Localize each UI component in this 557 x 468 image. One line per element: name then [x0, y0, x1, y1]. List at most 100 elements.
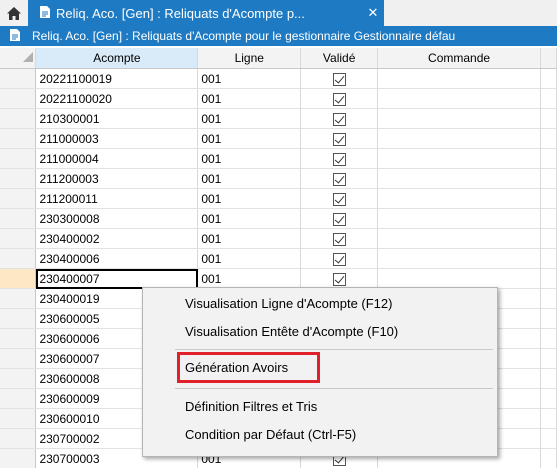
cell-ligne[interactable]: 001	[197, 228, 302, 249]
cell-acompte[interactable]: 230400002	[35, 228, 199, 249]
cell-commande[interactable]	[377, 148, 541, 169]
cell-commande[interactable]	[377, 88, 541, 109]
row-indicator[interactable]	[0, 88, 37, 109]
table-row[interactable]: 230400002 001	[0, 228, 557, 249]
cell-valide[interactable]	[300, 168, 379, 189]
row-indicator[interactable]	[0, 328, 37, 349]
cell-commande[interactable]	[377, 228, 541, 249]
column-header-valide[interactable]: Validé	[300, 48, 379, 69]
cell-commande[interactable]	[377, 188, 541, 209]
cell-acompte[interactable]: 230400007	[35, 268, 199, 289]
validated-checkbox[interactable]	[332, 132, 346, 146]
cell-valide[interactable]	[300, 88, 379, 109]
column-header-acompte[interactable]: Acompte	[35, 48, 199, 69]
cell-commande[interactable]	[377, 248, 541, 269]
cell-acompte[interactable]: 230400006	[35, 248, 199, 269]
validated-checkbox[interactable]	[332, 72, 346, 86]
menu-item-visualisation-entete[interactable]: Visualisation Entête d'Acompte (F10)	[185, 322, 398, 342]
validated-checkbox[interactable]	[332, 252, 346, 266]
menu-item-condition-defaut[interactable]: Condition par Défaut (Ctrl-F5)	[185, 425, 356, 445]
row-indicator[interactable]	[0, 268, 37, 289]
row-indicator[interactable]	[0, 428, 37, 449]
table-row[interactable]: 211000004 001	[0, 148, 557, 169]
row-indicator[interactable]	[0, 68, 37, 89]
table-row[interactable]: 230400006 001	[0, 248, 557, 269]
cell-valide[interactable]	[300, 148, 379, 169]
cell-acompte[interactable]: 20221100019	[35, 68, 199, 89]
row-indicator[interactable]	[0, 148, 37, 169]
row-indicator[interactable]	[0, 208, 37, 229]
cell-valide[interactable]	[300, 68, 379, 89]
cell-ligne[interactable]: 001	[197, 128, 302, 149]
tab-reliquats-acompte[interactable]: Reliq. Aco. [Gen] : Reliquats d'Acompte …	[28, 0, 384, 26]
validated-checkbox[interactable]	[332, 172, 346, 186]
cell-commande[interactable]	[377, 268, 541, 289]
cell-ligne[interactable]: 001	[197, 108, 302, 129]
validated-checkbox[interactable]	[332, 92, 346, 106]
cell-valide[interactable]	[300, 188, 379, 209]
cell-valide[interactable]	[300, 108, 379, 129]
table-row[interactable]: 210300001 001	[0, 108, 557, 129]
cell-valide[interactable]	[300, 228, 379, 249]
validated-checkbox[interactable]	[332, 212, 346, 226]
cell-valide[interactable]	[300, 268, 379, 289]
cell-ligne[interactable]: 001	[197, 88, 302, 109]
cell-commande[interactable]	[377, 128, 541, 149]
cell-valide[interactable]	[300, 128, 379, 149]
cell-commande[interactable]	[377, 168, 541, 189]
cell-ligne[interactable]: 001	[197, 68, 302, 89]
validated-checkbox[interactable]	[332, 112, 346, 126]
cell-commande[interactable]	[377, 108, 541, 129]
cell-acompte[interactable]: 20221100020	[35, 88, 199, 109]
close-tab-icon[interactable]: ✕	[362, 5, 384, 21]
row-indicator[interactable]	[0, 228, 37, 249]
cell-acompte[interactable]: 230300008	[35, 208, 199, 229]
validated-checkbox[interactable]	[332, 232, 346, 246]
cell-acompte[interactable]: 211000003	[35, 128, 199, 149]
table-row[interactable]: 211000003 001	[0, 128, 557, 149]
row-indicator[interactable]	[0, 128, 37, 149]
menu-item-visualisation-ligne[interactable]: Visualisation Ligne d'Acompte (F12)	[185, 294, 392, 314]
cell-acompte[interactable]: 211000004	[35, 148, 199, 169]
cell-ligne[interactable]: 001	[197, 248, 302, 269]
row-indicator[interactable]	[0, 348, 37, 369]
row-indicator-header[interactable]	[0, 48, 37, 69]
validated-checkbox[interactable]	[332, 272, 346, 286]
cell-ligne[interactable]: 001	[197, 148, 302, 169]
table-row[interactable]: 20221100019 001	[0, 68, 557, 89]
row-indicator[interactable]	[0, 368, 37, 389]
cell-ligne[interactable]: 001	[197, 188, 302, 209]
cell-ligne[interactable]: 001	[197, 268, 302, 289]
table-row[interactable]: 211200011 001	[0, 188, 557, 209]
row-indicator[interactable]	[0, 188, 37, 209]
cell-valide[interactable]	[300, 208, 379, 229]
column-header-commande[interactable]: Commande	[377, 48, 541, 69]
column-header-ligne[interactable]: Ligne	[197, 48, 302, 69]
table-row[interactable]: 211200003 001	[0, 168, 557, 189]
cell-acompte[interactable]: 211200003	[35, 168, 199, 189]
validated-checkbox[interactable]	[332, 152, 346, 166]
cell-extra	[540, 128, 557, 149]
cell-ligne[interactable]: 001	[197, 168, 302, 189]
row-indicator[interactable]	[0, 248, 37, 269]
cell-valide[interactable]	[300, 248, 379, 269]
cell-commande[interactable]	[377, 208, 541, 229]
cell-commande[interactable]	[377, 68, 541, 89]
cell-acompte[interactable]: 210300001	[35, 108, 199, 129]
table-row[interactable]: 20221100020 001	[0, 88, 557, 109]
table-row[interactable]: 230300008 001	[0, 208, 557, 229]
home-button[interactable]	[0, 0, 28, 26]
row-indicator[interactable]	[0, 408, 37, 429]
cell-ligne[interactable]: 001	[197, 208, 302, 229]
table-row[interactable]: 230400007 001	[0, 268, 557, 289]
menu-item-definition-filtres[interactable]: Définition Filtres et Tris	[185, 397, 317, 417]
row-indicator[interactable]	[0, 168, 37, 189]
cell-acompte[interactable]: 211200011	[35, 188, 199, 209]
row-indicator[interactable]	[0, 108, 37, 129]
row-indicator[interactable]	[0, 308, 37, 329]
row-indicator[interactable]	[0, 388, 37, 409]
validated-checkbox[interactable]	[332, 192, 346, 206]
row-indicator[interactable]	[0, 448, 37, 468]
row-indicator[interactable]	[0, 288, 37, 309]
cell-extra	[540, 248, 557, 269]
